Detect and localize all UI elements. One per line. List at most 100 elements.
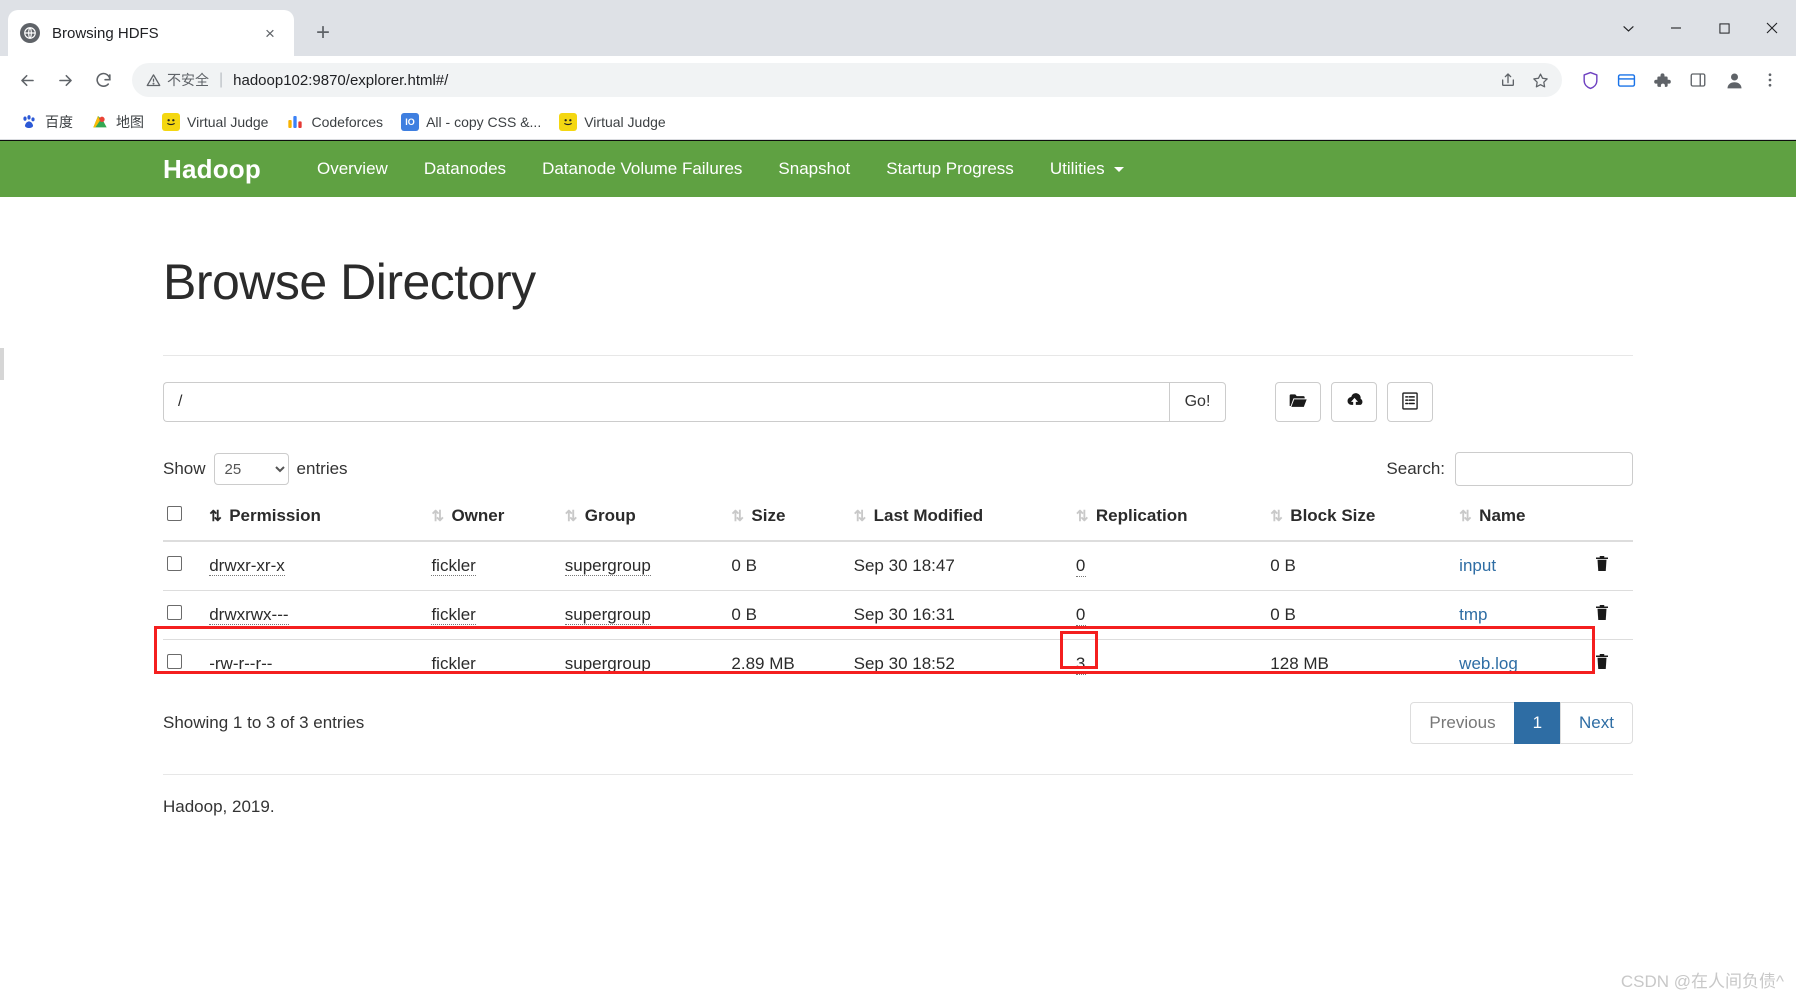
- extensions-puzzle-icon[interactable]: [1646, 64, 1678, 96]
- warning-triangle-icon: [146, 73, 161, 86]
- nav-snapshot[interactable]: Snapshot: [760, 159, 868, 179]
- bookmark-virtual-judge-2[interactable]: Virtual Judge: [551, 109, 673, 135]
- group-value[interactable]: supergroup: [564, 605, 651, 625]
- file-name-link[interactable]: input: [1459, 556, 1496, 575]
- group-value[interactable]: supergroup: [564, 556, 651, 576]
- trash-icon[interactable]: [1593, 605, 1611, 626]
- bookmark-label: All - copy CSS &...: [426, 113, 542, 130]
- search-input[interactable]: [1455, 452, 1633, 486]
- new-tab-button[interactable]: +: [306, 16, 340, 50]
- table-head: ⇅ Permission ⇅ Owner ⇅ Group ⇅ Size ⇅ La…: [163, 498, 1633, 542]
- cell-name: web.log: [1455, 639, 1589, 688]
- pagination-previous[interactable]: Previous: [1410, 702, 1515, 744]
- hadoop-navbar: Hadoop Overview Datanodes Datanode Volum…: [0, 140, 1796, 197]
- sort-icon: ⇅: [431, 508, 445, 525]
- row-select-cell: [163, 590, 206, 640]
- path-input[interactable]: [163, 382, 1169, 422]
- table-row[interactable]: drwxrwx--- fickler supergroup 0 B Sep 30…: [163, 590, 1633, 640]
- scrollbar-indicator[interactable]: [0, 348, 4, 380]
- replication-value[interactable]: 3: [1075, 654, 1086, 675]
- profile-avatar-icon[interactable]: [1718, 64, 1750, 96]
- page-title: Browse Directory: [163, 254, 536, 310]
- table-header-row: ⇅ Permission ⇅ Owner ⇅ Group ⇅ Size ⇅ La…: [163, 498, 1633, 542]
- entries-select[interactable]: 25 50 100: [213, 453, 289, 485]
- trash-icon[interactable]: [1593, 556, 1611, 577]
- cell-replication: 3: [1071, 639, 1267, 688]
- back-icon[interactable]: [10, 63, 44, 97]
- nav-startup-progress[interactable]: Startup Progress: [868, 159, 1032, 179]
- sort-icon: ⇅: [853, 508, 867, 525]
- maximize-window-button[interactable]: [1700, 0, 1748, 56]
- select-all-checkbox[interactable]: [167, 506, 182, 521]
- reload-icon[interactable]: [86, 63, 120, 97]
- nav-overview[interactable]: Overview: [299, 159, 406, 179]
- header-last-modified[interactable]: ⇅ Last Modified: [849, 498, 1072, 542]
- bookmark-baidu[interactable]: 百度: [12, 108, 81, 136]
- pagination-page-1[interactable]: 1: [1513, 702, 1562, 744]
- upload-files-button[interactable]: [1331, 382, 1377, 422]
- cloud-upload-icon: [1343, 390, 1366, 414]
- entries-label: entries: [296, 459, 348, 478]
- owner-value[interactable]: fickler: [431, 605, 476, 625]
- bookmark-star-icon[interactable]: [1526, 66, 1554, 94]
- hadoop-brand[interactable]: Hadoop: [163, 154, 261, 185]
- replication-value[interactable]: 0: [1075, 605, 1086, 626]
- close-window-button[interactable]: [1748, 0, 1796, 56]
- table-row[interactable]: -rw-r--r-- fickler supergroup 2.89 MB Se…: [163, 639, 1633, 688]
- header-permission[interactable]: ⇅ Permission: [205, 498, 428, 542]
- address-bar[interactable]: 不安全 | hadoop102:9870/explorer.html#/: [132, 63, 1562, 97]
- file-name-link[interactable]: web.log: [1459, 654, 1518, 673]
- header-block-size[interactable]: ⇅ Block Size: [1266, 498, 1456, 542]
- trash-icon[interactable]: [1593, 654, 1611, 675]
- row-checkbox[interactable]: [167, 556, 182, 571]
- side-panel-icon[interactable]: [1682, 64, 1714, 96]
- file-name-link[interactable]: tmp: [1459, 605, 1487, 624]
- sort-icon: ⇅: [1270, 508, 1283, 525]
- shield-extension-icon[interactable]: [1574, 64, 1606, 96]
- tab-search-chevron-icon[interactable]: [1604, 0, 1652, 56]
- close-tab-icon[interactable]: ×: [258, 21, 282, 45]
- search-control: Search:: [1386, 452, 1633, 486]
- browser-tab[interactable]: Browsing HDFS ×: [8, 10, 294, 56]
- share-icon[interactable]: [1494, 66, 1522, 94]
- cut-paste-button[interactable]: [1387, 382, 1433, 422]
- bookmark-label: 百度: [45, 113, 73, 130]
- bookmark-virtual-judge-1[interactable]: Virtual Judge: [154, 109, 276, 135]
- owner-value[interactable]: fickler: [431, 654, 476, 674]
- not-secure-indicator[interactable]: 不安全: [146, 70, 209, 90]
- media-extension-icon[interactable]: [1610, 64, 1642, 96]
- chrome-menu-icon[interactable]: [1754, 64, 1786, 96]
- forward-icon[interactable]: [48, 63, 82, 97]
- nav-datanode-volume-failures[interactable]: Datanode Volume Failures: [524, 159, 760, 179]
- permission-value[interactable]: drwxr-xr-x: [209, 556, 285, 576]
- owner-value[interactable]: fickler: [431, 556, 476, 576]
- cell-group: supergroup: [560, 639, 728, 688]
- header-size[interactable]: ⇅ Size: [727, 498, 850, 542]
- go-button[interactable]: Go!: [1169, 382, 1226, 422]
- row-checkbox[interactable]: [167, 654, 182, 669]
- cell-actions: [1589, 541, 1634, 591]
- bookmark-codeforces[interactable]: Codeforces: [278, 109, 391, 135]
- cell-block-size: 128 MB: [1266, 639, 1456, 688]
- table-row[interactable]: drwxr-xr-x fickler supergroup 0 B Sep 30…: [163, 541, 1633, 591]
- header-group[interactable]: ⇅ Group: [560, 498, 728, 542]
- pagination-next[interactable]: Next: [1560, 702, 1633, 744]
- bookmark-all-copy-css[interactable]: IO All - copy CSS &...: [393, 109, 549, 135]
- nav-utilities[interactable]: Utilities: [1032, 159, 1142, 179]
- cell-size: 0 B: [727, 590, 850, 640]
- header-name[interactable]: ⇅ Name: [1455, 498, 1589, 542]
- cell-owner: fickler: [427, 590, 561, 640]
- new-directory-button[interactable]: [1275, 382, 1321, 422]
- permission-value[interactable]: -rw-r--r--: [209, 654, 273, 674]
- minimize-window-button[interactable]: [1652, 0, 1700, 56]
- replication-value[interactable]: 0: [1075, 556, 1086, 577]
- nav-datanodes[interactable]: Datanodes: [406, 159, 524, 179]
- header-replication[interactable]: ⇅ Replication: [1071, 498, 1267, 542]
- browser-window: Browsing HDFS × + 不安全 | hadoop102:9870/e…: [0, 0, 1796, 1002]
- row-checkbox[interactable]: [167, 605, 182, 620]
- header-owner[interactable]: ⇅ Owner: [427, 498, 561, 542]
- bookmark-maps[interactable]: 地图: [83, 108, 152, 136]
- permission-value[interactable]: drwxrwx---: [209, 605, 289, 625]
- group-value[interactable]: supergroup: [564, 654, 651, 674]
- window-controls: [1604, 0, 1796, 56]
